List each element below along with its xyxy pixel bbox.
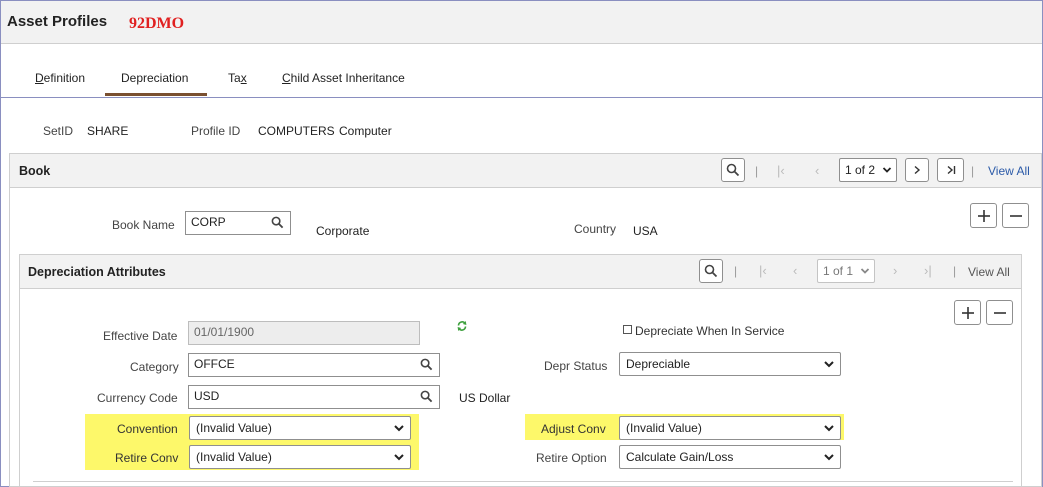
tab-definition[interactable]: Definition — [35, 71, 85, 85]
retire-option-select[interactable]: Calculate Gain/Loss — [619, 445, 841, 469]
category-field[interactable]: OFFCE — [188, 353, 440, 377]
book-pager-select[interactable]: 1 of 2 — [839, 158, 897, 182]
profile-id-label: Profile ID — [191, 124, 241, 138]
book-name-label: Book Name — [112, 218, 175, 232]
chevron-down-icon — [824, 454, 834, 461]
country-value: USA — [633, 224, 658, 238]
book-next-button[interactable] — [905, 158, 929, 182]
separator: | — [755, 164, 759, 178]
separator: | — [953, 264, 957, 278]
profile-description: Computer — [339, 124, 392, 138]
depr-view-all-link[interactable]: View All — [968, 265, 1010, 279]
search-icon[interactable] — [420, 358, 433, 371]
active-tab-indicator — [105, 93, 207, 96]
depr-status-value: Depreciable — [626, 357, 691, 371]
depreciate-in-service-checkbox[interactable] — [623, 325, 632, 334]
previous-page-icon: ‹ — [815, 163, 820, 178]
next-page-icon: › — [893, 263, 898, 278]
currency-description: US Dollar — [459, 391, 511, 405]
plus-icon — [977, 209, 990, 222]
tab-tax[interactable]: Tax — [228, 71, 247, 85]
next-page-icon — [914, 165, 921, 175]
retire-option-value: Calculate Gain/Loss — [626, 450, 734, 464]
book-last-button[interactable] — [937, 158, 964, 182]
first-page-icon: |‹ — [777, 163, 785, 178]
chevron-down-icon — [824, 361, 834, 368]
last-page-icon — [947, 165, 955, 175]
book-add-row-button[interactable] — [970, 203, 997, 228]
currency-code-label: Currency Code — [97, 391, 178, 405]
adjust-conv-label: Adjust Conv — [541, 422, 606, 436]
page-title: Asset Profiles — [7, 13, 108, 30]
depr-status-label: Depr Status — [544, 359, 608, 373]
database-name: 92DMO — [129, 15, 185, 32]
book-pager-value: 1 of 2 — [845, 163, 876, 177]
last-page-icon: ›| — [924, 263, 932, 278]
book-find-button[interactable] — [721, 158, 745, 182]
first-page-icon: |‹ — [759, 263, 767, 278]
depreciation-attributes-title: Depreciation Attributes — [28, 265, 166, 279]
depreciate-in-service-label: Depreciate When In Service — [635, 324, 785, 338]
separator: | — [971, 164, 975, 178]
profile-id-value: COMPUTERS — [258, 124, 335, 138]
convention-label: Convention — [117, 422, 178, 436]
minus-icon — [1009, 214, 1022, 217]
search-icon[interactable] — [271, 216, 284, 229]
setid-value: SHARE — [87, 124, 129, 138]
book-view-all-link[interactable]: View All — [988, 164, 1030, 178]
adjust-conv-select[interactable]: (Invalid Value) — [619, 416, 841, 440]
chevron-down-icon — [860, 268, 870, 274]
retire-conv-label: Retire Conv — [115, 451, 179, 465]
setid-label: SetID — [43, 124, 74, 138]
plus-icon — [961, 306, 974, 319]
tab-bar: Definition Depreciation Tax Child Asset … — [1, 44, 1042, 98]
chevron-down-icon — [824, 425, 834, 432]
depr-status-select[interactable]: Depreciable — [619, 352, 841, 376]
book-description: Corporate — [316, 224, 370, 238]
divider — [33, 481, 1013, 482]
book-name-field[interactable]: CORP — [185, 211, 291, 235]
book-name-value: CORP — [191, 215, 226, 229]
depr-add-row-button[interactable] — [954, 300, 981, 325]
previous-page-icon: ‹ — [793, 263, 798, 278]
book-panel-title: Book — [19, 164, 51, 178]
chevron-down-icon — [394, 425, 404, 432]
depr-pager-value: 1 of 1 — [823, 264, 854, 278]
tab-child-asset-inheritance[interactable]: Child Asset Inheritance — [282, 71, 405, 85]
search-icon — [726, 163, 740, 177]
chevron-down-icon — [882, 167, 892, 173]
convention-select[interactable]: (Invalid Value) — [189, 416, 411, 440]
book-delete-row-button[interactable] — [1002, 203, 1029, 228]
page-header: Asset Profiles 92DMO — [1, 1, 1042, 44]
depr-find-button[interactable] — [699, 259, 723, 283]
effective-date-value: 01/01/1900 — [194, 325, 255, 339]
retire-conv-select[interactable]: (Invalid Value) — [189, 445, 411, 469]
effective-date-field: 01/01/1900 — [188, 321, 420, 345]
adjust-conv-value: (Invalid Value) — [626, 421, 702, 435]
convention-value: (Invalid Value) — [196, 421, 272, 435]
depr-pager-select[interactable]: 1 of 1 — [817, 259, 875, 283]
country-label: Country — [574, 222, 617, 236]
currency-code-value: USD — [194, 389, 220, 403]
retire-option-label: Retire Option — [536, 451, 607, 465]
currency-code-field[interactable]: USD — [188, 385, 440, 409]
separator: | — [734, 264, 738, 278]
refresh-icon[interactable] — [456, 320, 468, 332]
retire-conv-value: (Invalid Value) — [196, 450, 272, 464]
tab-depreciation[interactable]: Depreciation — [121, 71, 188, 85]
search-icon[interactable] — [420, 390, 433, 403]
effective-date-label: Effective Date — [103, 329, 178, 343]
category-value: OFFCE — [194, 357, 235, 371]
search-icon — [704, 264, 718, 278]
minus-icon — [993, 311, 1006, 314]
chevron-down-icon — [394, 454, 404, 461]
depr-delete-row-button[interactable] — [986, 300, 1013, 325]
category-label: Category — [130, 360, 179, 374]
